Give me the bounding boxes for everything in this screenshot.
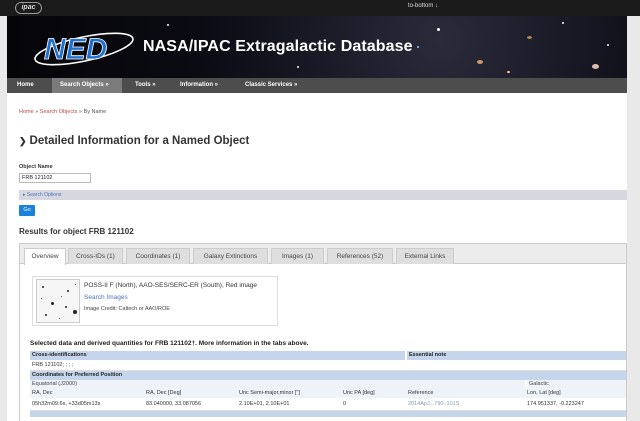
galaxy-decoration: [477, 60, 483, 64]
search-options-toggle[interactable]: ▸ Search Options: [19, 190, 627, 200]
essential-note-header: Essential note: [407, 351, 626, 360]
nav-information[interactable]: Information »: [180, 78, 238, 93]
header-banner: NED NASA/IPAC Extragalactic Database: [7, 16, 627, 78]
equatorial-subheader: Equatorial (J2000): [30, 380, 525, 389]
tab-bar: Overview Cross-IDs (1) Coordinates (1) G…: [20, 244, 626, 265]
nav-home[interactable]: Home: [17, 78, 49, 93]
star-dot: [45, 314, 47, 316]
star-decoration: [507, 71, 510, 73]
site-title: NASA/IPAC Extragalactic Database: [143, 38, 413, 55]
star-decoration: [297, 66, 299, 68]
cross-ids-header: Cross-identifications: [30, 351, 405, 360]
ipac-logo[interactable]: ipac: [15, 2, 42, 14]
main-nav: Home Search Objects » Tools » Informatio…: [7, 78, 627, 93]
star-dot: [75, 284, 76, 285]
tab-references[interactable]: References (52): [327, 248, 393, 264]
cell-ra-dec: 05h32m09.6s, +33d05m13s: [32, 401, 101, 407]
nav-tools[interactable]: Tools »: [135, 78, 175, 93]
breadcrumb: Home » Search Objects » By Name: [19, 109, 106, 115]
star-decoration: [607, 44, 609, 46]
star-decoration: [417, 46, 419, 48]
col-unc-pa: Unc PA [deg]: [343, 390, 375, 396]
star-dot: [65, 306, 67, 308]
col-unc-semi-axes: Unc Semi-major,minor ["]: [239, 390, 300, 396]
star-dot: [61, 296, 62, 297]
tab-coordinates[interactable]: Coordinates (1): [126, 248, 190, 264]
chevron-right-icon: ❯: [19, 136, 27, 146]
page-title-text: Detailed Information for a Named Object: [29, 135, 250, 147]
image-credit: Image Credit: Caltech or AAO/ROE: [84, 306, 170, 312]
star-dot: [41, 298, 42, 299]
star-dot: [67, 290, 69, 292]
selected-data-heading: Selected data and derived quantities for…: [30, 340, 309, 347]
cross-ids-value: FRB 121102; ; ; ;: [32, 362, 74, 368]
ned-logo[interactable]: NED: [32, 27, 140, 67]
go-button[interactable]: Go: [19, 205, 35, 216]
object-name-input[interactable]: [19, 173, 91, 183]
col-ra-dec: RA, Dec: [32, 390, 53, 396]
breadcrumb-home[interactable]: Home: [19, 109, 34, 115]
to-bottom-link[interactable]: to-bottom ↓: [408, 3, 438, 9]
breadcrumb-current: By Name: [83, 109, 107, 115]
col-ra-dec-deg: RA, Dec [Deg]: [146, 390, 182, 396]
cell-lon-lat: 174.951337, -0.223247: [527, 401, 584, 407]
page-title: ❯ Detailed Information for a Named Object: [19, 135, 249, 147]
image-card: POSS-II F (North), AAO-SES/SERC-ER (Sout…: [32, 276, 278, 326]
star-decoration: [562, 22, 564, 24]
tab-galaxy-extinctions[interactable]: Galaxy Extinctions: [193, 248, 268, 264]
tab-images[interactable]: Images (1): [271, 248, 324, 264]
search-images-link[interactable]: Search Images: [84, 294, 128, 301]
galaxy-decoration: [527, 36, 532, 39]
tab-external-links[interactable]: External Links: [396, 248, 454, 264]
cell-unc-semi-axes: 2.10E+01, 2.10E+01: [239, 401, 290, 407]
main-content: Home » Search Objects » By Name ❯ Detaile…: [7, 93, 627, 421]
nav-classic-services[interactable]: Classic Services »: [245, 78, 325, 93]
object-name-label: Object Name: [19, 164, 53, 170]
col-reference: Reference: [408, 390, 434, 396]
star-dot: [73, 310, 77, 314]
results-tabs: Overview Cross-IDs (1) Coordinates (1) G…: [19, 243, 627, 421]
star-dot: [51, 302, 54, 305]
logo-text: NED: [44, 33, 107, 66]
star-decoration: [167, 24, 169, 26]
star-dot: [59, 318, 60, 319]
image-caption: POSS-II F (North), AAO-SES/SERC-ER (Sout…: [84, 282, 258, 289]
tab-overview[interactable]: Overview: [24, 248, 66, 265]
cell-unc-pa: 0: [343, 401, 347, 407]
galaxy-decoration: [592, 64, 599, 69]
next-section-header: [30, 411, 626, 417]
nav-search-objects[interactable]: Search Objects »: [52, 78, 122, 93]
galactic-subheader: Galactic: [527, 380, 626, 389]
results-title: Results for object FRB 121102: [19, 227, 134, 236]
cell-ra-dec-deg: 83.040000, 33.087056: [146, 401, 202, 407]
star-decoration: [437, 28, 440, 31]
col-lon-lat: Lon, Lat [deg]: [527, 390, 561, 396]
cell-reference-link[interactable]: 2014ApJ...790..101S: [408, 400, 459, 409]
coordinates-header: Coordinates for Preferred Position: [30, 371, 626, 380]
breadcrumb-search-objects[interactable]: Search Objects: [40, 109, 78, 115]
star-dot: [42, 286, 44, 288]
tab-cross-ids[interactable]: Cross-IDs (1): [68, 248, 123, 264]
top-bar: ipac to-bottom ↓: [0, 0, 640, 16]
sky-image-thumbnail[interactable]: [36, 279, 80, 323]
